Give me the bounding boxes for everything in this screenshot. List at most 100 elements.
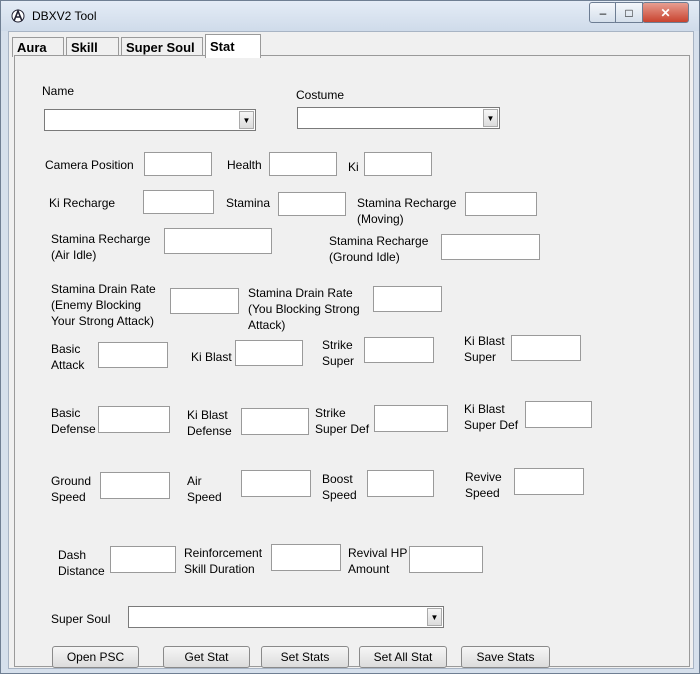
maximize-button[interactable]: □ bbox=[615, 2, 643, 23]
stat-panel: Name ▼ Costume ▼ Camera Position Health … bbox=[14, 55, 690, 667]
ki-label: Ki bbox=[348, 160, 359, 174]
client-area: Aura Skill Super Soul Stat Name ▼ Costum… bbox=[8, 31, 694, 669]
stamina-input[interactable] bbox=[279, 193, 345, 215]
ki-blast-super-def-input[interactable] bbox=[526, 402, 591, 427]
basic-defense-input[interactable] bbox=[99, 407, 169, 432]
ki-field[interactable] bbox=[364, 152, 432, 176]
stamina-drain-you-blocking-label: Stamina Drain Rate (You Blocking Strong … bbox=[248, 286, 360, 332]
dash-distance-label: Dash Distance bbox=[58, 548, 105, 578]
reinforcement-skill-duration-label: Reinforcement Skill Duration bbox=[184, 546, 263, 576]
strike-super-def-label: Strike Super Def bbox=[315, 406, 370, 436]
ki-blast-defense-field[interactable] bbox=[241, 408, 309, 435]
boost-speed-label: Boost Speed bbox=[322, 472, 357, 502]
strike-super-def-field[interactable] bbox=[374, 405, 448, 432]
strike-super-label: Strike Super bbox=[322, 338, 355, 368]
tab-aura[interactable]: Aura bbox=[12, 37, 64, 57]
minimize-button[interactable]: – bbox=[589, 2, 617, 23]
camera-position-field[interactable] bbox=[144, 152, 212, 176]
ki-blast-label: Ki Blast bbox=[191, 350, 232, 364]
stamina-drain-you-blocking-input[interactable] bbox=[374, 287, 441, 311]
strike-super-input[interactable] bbox=[365, 338, 433, 362]
ki-blast-super-input[interactable] bbox=[512, 336, 580, 360]
reinforcement-skill-duration-field[interactable] bbox=[271, 544, 341, 571]
stamina-drain-enemy-blocking-label: Stamina Drain Rate (Enemy Blocking Your … bbox=[51, 282, 156, 328]
close-button[interactable]: ✕ bbox=[642, 2, 689, 23]
revive-speed-input[interactable] bbox=[515, 469, 583, 494]
window-title: DBXV2 Tool bbox=[32, 9, 97, 23]
ki-recharge-field[interactable] bbox=[143, 190, 214, 214]
air-speed-input[interactable] bbox=[242, 471, 310, 496]
ki-input[interactable] bbox=[365, 153, 431, 175]
ki-blast-super-def-label: Ki Blast Super Def bbox=[464, 402, 519, 432]
tab-skill[interactable]: Skill bbox=[66, 37, 119, 57]
basic-attack-input[interactable] bbox=[99, 343, 167, 367]
title-bar[interactable]: DBXV2 Tool – □ ✕ bbox=[1, 1, 699, 31]
tab-super-soul[interactable]: Super Soul bbox=[121, 37, 203, 57]
health-input[interactable] bbox=[270, 153, 336, 175]
open-psc-button[interactable]: Open PSC bbox=[52, 646, 139, 668]
ground-speed-input[interactable] bbox=[101, 473, 169, 498]
air-speed-label: Air Speed bbox=[187, 474, 222, 504]
ki-blast-super-def-field[interactable] bbox=[525, 401, 592, 428]
strike-super-def-input[interactable] bbox=[375, 406, 447, 431]
tab-stat[interactable]: Stat bbox=[205, 34, 261, 58]
stamina-recharge-ground-idle-field[interactable] bbox=[441, 234, 540, 260]
name-label: Name bbox=[42, 84, 75, 98]
air-speed-field[interactable] bbox=[241, 470, 311, 497]
set-stats-button[interactable]: Set Stats bbox=[261, 646, 349, 668]
stamina-recharge-moving-label: Stamina Recharge (Moving) bbox=[357, 196, 457, 226]
camera-position-input[interactable] bbox=[145, 153, 211, 175]
strike-super-field[interactable] bbox=[364, 337, 434, 363]
reinforcement-skill-duration-input[interactable] bbox=[272, 545, 340, 570]
stamina-recharge-ground-idle-input[interactable] bbox=[442, 235, 539, 259]
chevron-down-icon[interactable]: ▼ bbox=[239, 111, 254, 129]
stamina-field[interactable] bbox=[278, 192, 346, 216]
costume-select[interactable]: ▼ bbox=[297, 107, 500, 129]
health-label: Health bbox=[227, 158, 262, 172]
stamina-recharge-moving-input[interactable] bbox=[466, 193, 536, 215]
app-icon bbox=[10, 8, 26, 24]
stamina-drain-enemy-blocking-field[interactable] bbox=[170, 288, 239, 314]
health-field[interactable] bbox=[269, 152, 337, 176]
stamina-recharge-ground-idle-label: Stamina Recharge (Ground Idle) bbox=[329, 234, 429, 264]
dash-distance-input[interactable] bbox=[111, 547, 175, 572]
get-stat-button[interactable]: Get Stat bbox=[163, 646, 250, 668]
revival-hp-amount-label: Revival HP Amount bbox=[348, 546, 408, 576]
camera-position-label: Camera Position bbox=[45, 158, 134, 172]
ki-recharge-input[interactable] bbox=[144, 191, 213, 213]
chevron-down-icon[interactable]: ▼ bbox=[427, 608, 442, 626]
dash-distance-field[interactable] bbox=[110, 546, 176, 573]
ki-blast-input[interactable] bbox=[236, 341, 302, 365]
super-soul-select[interactable]: ▼ bbox=[128, 606, 444, 628]
ki-blast-field[interactable] bbox=[235, 340, 303, 366]
save-stats-button[interactable]: Save Stats bbox=[461, 646, 550, 668]
basic-defense-label: Basic Defense bbox=[51, 406, 96, 436]
ki-blast-super-field[interactable] bbox=[511, 335, 581, 361]
app-window: DBXV2 Tool – □ ✕ Aura Skill Super Soul S… bbox=[0, 0, 700, 674]
stamina-drain-you-blocking-field[interactable] bbox=[373, 286, 442, 312]
boost-speed-field[interactable] bbox=[367, 470, 434, 497]
stamina-recharge-air-idle-field[interactable] bbox=[164, 228, 272, 254]
set-all-stat-button[interactable]: Set All Stat bbox=[359, 646, 447, 668]
ground-speed-field[interactable] bbox=[100, 472, 170, 499]
revival-hp-amount-input[interactable] bbox=[410, 547, 482, 572]
basic-attack-label: Basic Attack bbox=[51, 342, 85, 372]
name-select[interactable]: ▼ bbox=[44, 109, 256, 131]
ki-blast-super-label: Ki Blast Super bbox=[464, 334, 505, 364]
stamina-drain-enemy-blocking-input[interactable] bbox=[171, 289, 238, 313]
revival-hp-amount-field[interactable] bbox=[409, 546, 483, 573]
revive-speed-field[interactable] bbox=[514, 468, 584, 495]
stamina-recharge-moving-field[interactable] bbox=[465, 192, 537, 216]
stamina-recharge-air-idle-label: Stamina Recharge (Air Idle) bbox=[51, 232, 151, 262]
chevron-down-icon[interactable]: ▼ bbox=[483, 109, 498, 127]
stamina-label: Stamina bbox=[226, 196, 271, 210]
costume-label: Costume bbox=[296, 88, 345, 102]
ground-speed-label: Ground Speed bbox=[51, 474, 92, 504]
basic-defense-field[interactable] bbox=[98, 406, 170, 433]
stamina-recharge-air-idle-input[interactable] bbox=[165, 229, 271, 253]
revive-speed-label: Revive Speed bbox=[465, 470, 502, 500]
basic-attack-field[interactable] bbox=[98, 342, 168, 368]
ki-blast-defense-input[interactable] bbox=[242, 409, 308, 434]
super-soul-label: Super Soul bbox=[51, 612, 111, 626]
boost-speed-input[interactable] bbox=[368, 471, 433, 496]
